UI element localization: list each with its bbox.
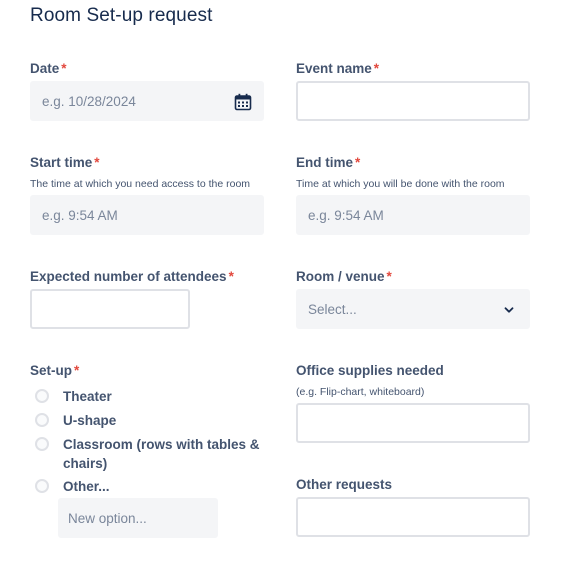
event-name-label: Event name * <box>296 61 380 76</box>
setup-field-group: Set-up * <box>30 362 79 380</box>
other-requests-label: Other requests <box>296 477 393 492</box>
start-time-help: The time at which you need access to the… <box>30 178 251 190</box>
office-supplies-label: Office supplies needed <box>296 363 444 378</box>
end-time-placeholder: e.g. 9:54 AM <box>308 207 384 223</box>
setup-option-label: U-shape <box>63 413 117 428</box>
setup-option-label: Other... <box>63 479 110 494</box>
setup-option-other[interactable]: Other... <box>35 477 110 496</box>
required-mark: * <box>355 155 361 170</box>
new-option-input[interactable]: New option... <box>58 498 218 538</box>
office-supplies-field-group: Office supplies needed (e.g. Flip-chart,… <box>296 362 444 399</box>
calendar-icon[interactable] <box>234 93 252 111</box>
end-time-help: Time at which you will be done with the … <box>296 178 505 190</box>
room-field-group: Room / venue * <box>296 268 392 286</box>
other-requests-input[interactable] <box>296 497 530 537</box>
start-time-field-group: Start time * The time at which you need a… <box>30 154 250 191</box>
setup-option-u-shape[interactable]: U-shape <box>35 411 116 430</box>
event-name-input[interactable] <box>296 81 530 121</box>
radio-button[interactable] <box>35 479 49 493</box>
chevron-down-icon[interactable] <box>504 305 514 315</box>
new-option-placeholder: New option... <box>68 510 147 526</box>
start-time-placeholder: e.g. 9:54 AM <box>42 207 118 223</box>
date-input[interactable]: e.g. 10/28/2024 <box>30 81 264 121</box>
date-field-group: Date * <box>30 60 67 78</box>
start-time-label: Start time * <box>30 155 100 170</box>
start-time-input[interactable]: e.g. 9:54 AM <box>30 195 264 235</box>
radio-button[interactable] <box>35 413 49 427</box>
radio-button[interactable] <box>35 389 49 403</box>
required-mark: * <box>373 61 380 76</box>
required-mark: * <box>61 61 67 76</box>
room-select-placeholder: Select... <box>308 301 357 317</box>
attendees-field-group: Expected number of attendees * <box>30 268 234 286</box>
setup-option-label: Classroom (rows with tables & chairs) <box>63 437 260 471</box>
date-placeholder: e.g. 10/28/2024 <box>42 93 136 109</box>
required-mark: * <box>386 269 392 284</box>
attendees-label: Expected number of attendees * <box>30 269 234 284</box>
radio-button[interactable] <box>35 437 49 451</box>
setup-option-label: Theater <box>63 389 112 404</box>
end-time-field-group: End time * Time at which you will be done… <box>296 154 505 191</box>
event-name-field-group: Event name * <box>296 60 379 78</box>
required-mark: * <box>228 269 234 284</box>
attendees-input[interactable] <box>30 289 190 329</box>
required-mark: * <box>74 363 80 378</box>
end-time-input[interactable]: e.g. 9:54 AM <box>296 195 530 235</box>
office-supplies-input[interactable] <box>296 403 530 443</box>
other-requests-field-group: Other requests <box>296 476 392 494</box>
setup-option-classroom[interactable]: Classroom (rows with tables & chairs) <box>35 435 265 473</box>
date-label: Date * <box>30 61 67 76</box>
setup-option-theater[interactable]: Theater <box>35 387 112 406</box>
room-label: Room / venue * <box>296 269 392 284</box>
form-title: Room Set-up request <box>30 5 213 26</box>
setup-label: Set-up * <box>30 363 80 378</box>
office-supplies-help: (e.g. Flip-chart, whiteboard) <box>296 386 425 398</box>
end-time-label: End time * <box>296 155 361 170</box>
room-select[interactable]: Select... <box>296 289 530 329</box>
required-mark: * <box>94 155 100 170</box>
